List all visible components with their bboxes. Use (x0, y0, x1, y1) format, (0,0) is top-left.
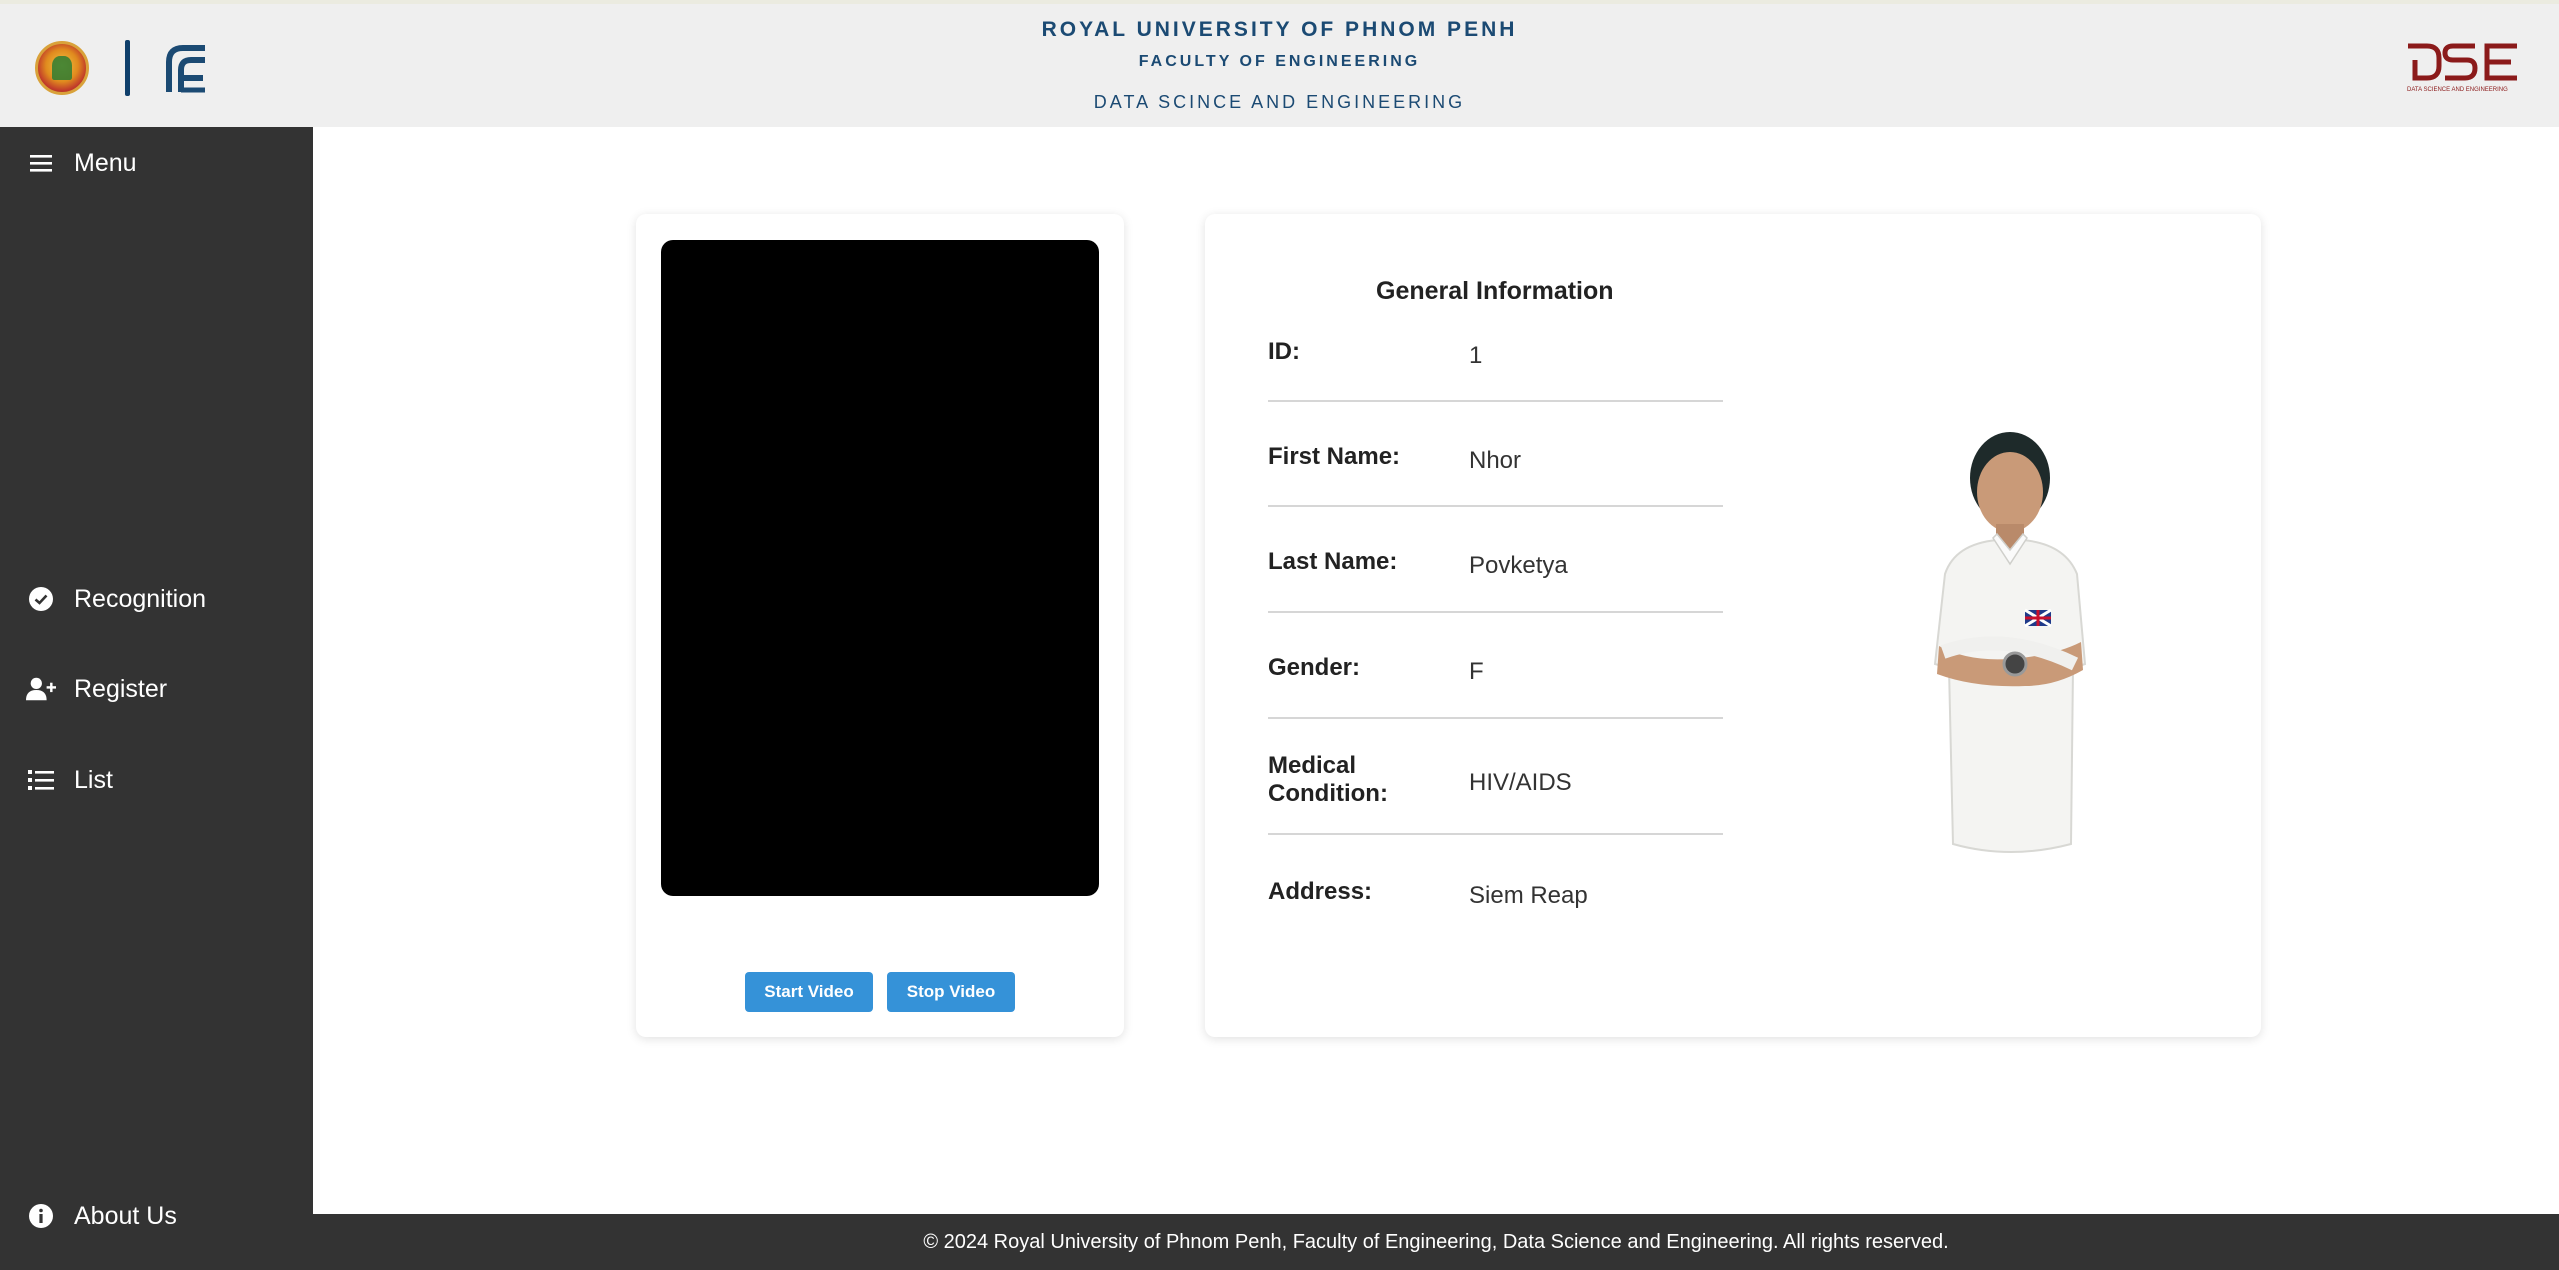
footer-copyright: © 2024 Royal University of Phnom Penh, F… (923, 1231, 1949, 1253)
sidebar-item-about[interactable]: About Us (0, 1186, 313, 1246)
list-icon (26, 765, 56, 795)
faculty-subtitle: FACULTY OF ENGINEERING (1138, 53, 1421, 70)
sidebar-menu-label: Menu (74, 148, 137, 177)
sidebar-item-register[interactable]: Register (0, 659, 313, 719)
user-plus-icon (26, 674, 56, 704)
row-divider (1268, 833, 1723, 835)
field-value: F (1469, 658, 1484, 685)
general-info-card: General Information ID: 1 First Name: Nh… (1205, 214, 2261, 1037)
field-label: Last Name: (1268, 548, 1398, 575)
dse-logo: DATA SCIENCE AND ENGINEERING (2407, 43, 2517, 93)
field-value: Siem Reap (1469, 882, 1588, 909)
dse-logo-caption: DATA SCIENCE AND ENGINEERING (2407, 87, 2508, 93)
sidebar-item-label: Register (74, 674, 168, 703)
student-photo (1933, 432, 2087, 853)
field-value: 1 (1469, 342, 1483, 369)
field-label: Medical Condition: (1268, 752, 1388, 807)
page-footer: © 2024 Royal University of Phnom Penh, F… (313, 1214, 2559, 1270)
field-value: HIV/AIDS (1469, 769, 1572, 796)
hamburger-icon (26, 148, 56, 178)
top-header: ROYAL UNIVERSITY OF PHNOM PENH FACULTY O… (0, 0, 2559, 127)
row-divider (1268, 505, 1723, 507)
sidebar-item-label: About Us (74, 1201, 177, 1230)
field-label: Gender: (1268, 654, 1361, 681)
field-value: Povketya (1469, 552, 1568, 579)
info-circle-icon (26, 1201, 56, 1231)
row-divider (1268, 400, 1723, 402)
video-feed[interactable] (661, 240, 1099, 896)
field-value: Nhor (1469, 447, 1522, 474)
field-label: Address: (1268, 878, 1373, 905)
sidebar: Menu Recognition Register List About Us (0, 127, 313, 1270)
video-card: Start Video Stop Video (636, 214, 1124, 1037)
stop-video-button[interactable]: Stop Video (887, 972, 1015, 1012)
sidebar-item-label: List (74, 765, 113, 794)
sidebar-item-recognition[interactable]: Recognition (0, 569, 313, 629)
field-label: First Name: (1268, 443, 1401, 470)
sidebar-item-list[interactable]: List (0, 750, 313, 810)
row-divider (1268, 611, 1723, 613)
check-circle-icon (26, 584, 56, 614)
field-label: ID: (1268, 338, 1300, 365)
department-title: DATA SCINCE AND ENGINEERING (1093, 92, 1466, 112)
info-title: General Information (1376, 277, 1614, 305)
sidebar-item-label: Recognition (74, 584, 207, 613)
start-video-button[interactable]: Start Video (745, 972, 873, 1012)
row-divider (1268, 717, 1723, 719)
sidebar-menu-toggle[interactable]: Menu (0, 133, 313, 193)
university-title: ROYAL UNIVERSITY OF PHNOM PENH (1041, 18, 1518, 41)
